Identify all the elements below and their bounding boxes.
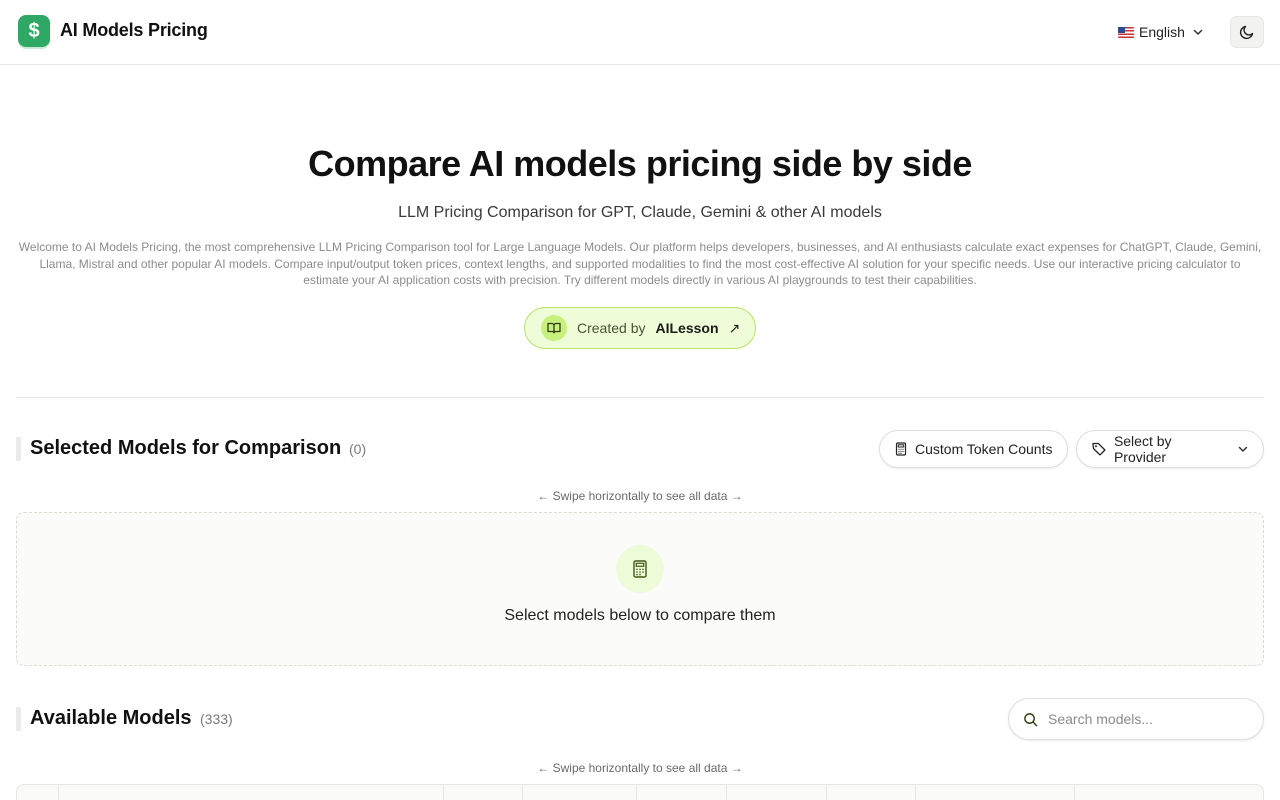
available-models-heading: Available Models <box>30 707 192 729</box>
top-navbar: $ AI Models Pricing English <box>0 0 1280 65</box>
selected-models-count: (0) <box>349 441 367 457</box>
models-table-header <box>16 784 1264 800</box>
tag-icon <box>1092 442 1106 456</box>
table-column-divider <box>58 785 59 800</box>
available-models-count: (333) <box>200 711 233 727</box>
logo-icon[interactable]: $ <box>18 15 50 47</box>
calculator-icon <box>616 545 664 593</box>
table-column-divider <box>636 785 637 800</box>
swipe-hint: ← Swipe horizontally to see all data → <box>537 761 743 775</box>
search-models-field[interactable] <box>1008 698 1264 740</box>
custom-token-counts-button[interactable]: Custom Token Counts <box>879 430 1068 468</box>
section-accent-bar <box>16 707 21 731</box>
swipe-hint: ← Swipe horizontally to see all data → <box>537 489 743 503</box>
chevron-down-icon <box>1238 446 1248 452</box>
created-by-label: Created by <box>577 320 646 336</box>
selected-models-heading: Selected Models for Comparison <box>30 437 342 459</box>
created-by-link[interactable]: Created by AILesson ↗ <box>524 307 756 349</box>
language-label: English <box>1139 24 1185 40</box>
section-accent-bar <box>16 437 21 461</box>
select-by-provider-label: Select by Provider <box>1113 433 1172 465</box>
search-icon <box>1024 712 1038 726</box>
page-subtitle: LLM Pricing Comparison for GPT, Claude, … <box>398 204 882 221</box>
table-column-divider <box>522 785 523 800</box>
table-column-divider <box>826 785 827 800</box>
table-column-divider <box>915 785 916 800</box>
book-open-icon <box>541 315 567 341</box>
page-title: Compare AI models pricing side by side <box>308 143 972 184</box>
calculator-icon <box>895 442 907 456</box>
table-column-divider <box>726 785 727 800</box>
search-input[interactable] <box>1048 711 1238 727</box>
language-selector[interactable]: English <box>1118 22 1204 42</box>
section-divider <box>16 397 1264 398</box>
brand-name[interactable]: AI Models Pricing <box>60 20 208 41</box>
external-arrow-icon: ↗ <box>728 319 741 336</box>
page-description: Welcome to AI Models Pricing, the most c… <box>18 240 1262 287</box>
moon-icon <box>1239 25 1254 40</box>
empty-state-text: Select models below to compare them <box>504 607 776 624</box>
chevron-down-icon <box>1193 29 1203 35</box>
creator-name: AILesson <box>655 320 719 336</box>
select-by-provider-dropdown[interactable]: Select by Provider <box>1076 430 1264 468</box>
custom-token-counts-label: Custom Token Counts <box>915 441 1053 457</box>
table-column-divider <box>443 785 444 800</box>
dollar-glyph: $ <box>28 19 40 42</box>
theme-toggle-button[interactable] <box>1230 16 1264 48</box>
us-flag-icon <box>1118 26 1134 38</box>
table-column-divider <box>1074 785 1075 800</box>
